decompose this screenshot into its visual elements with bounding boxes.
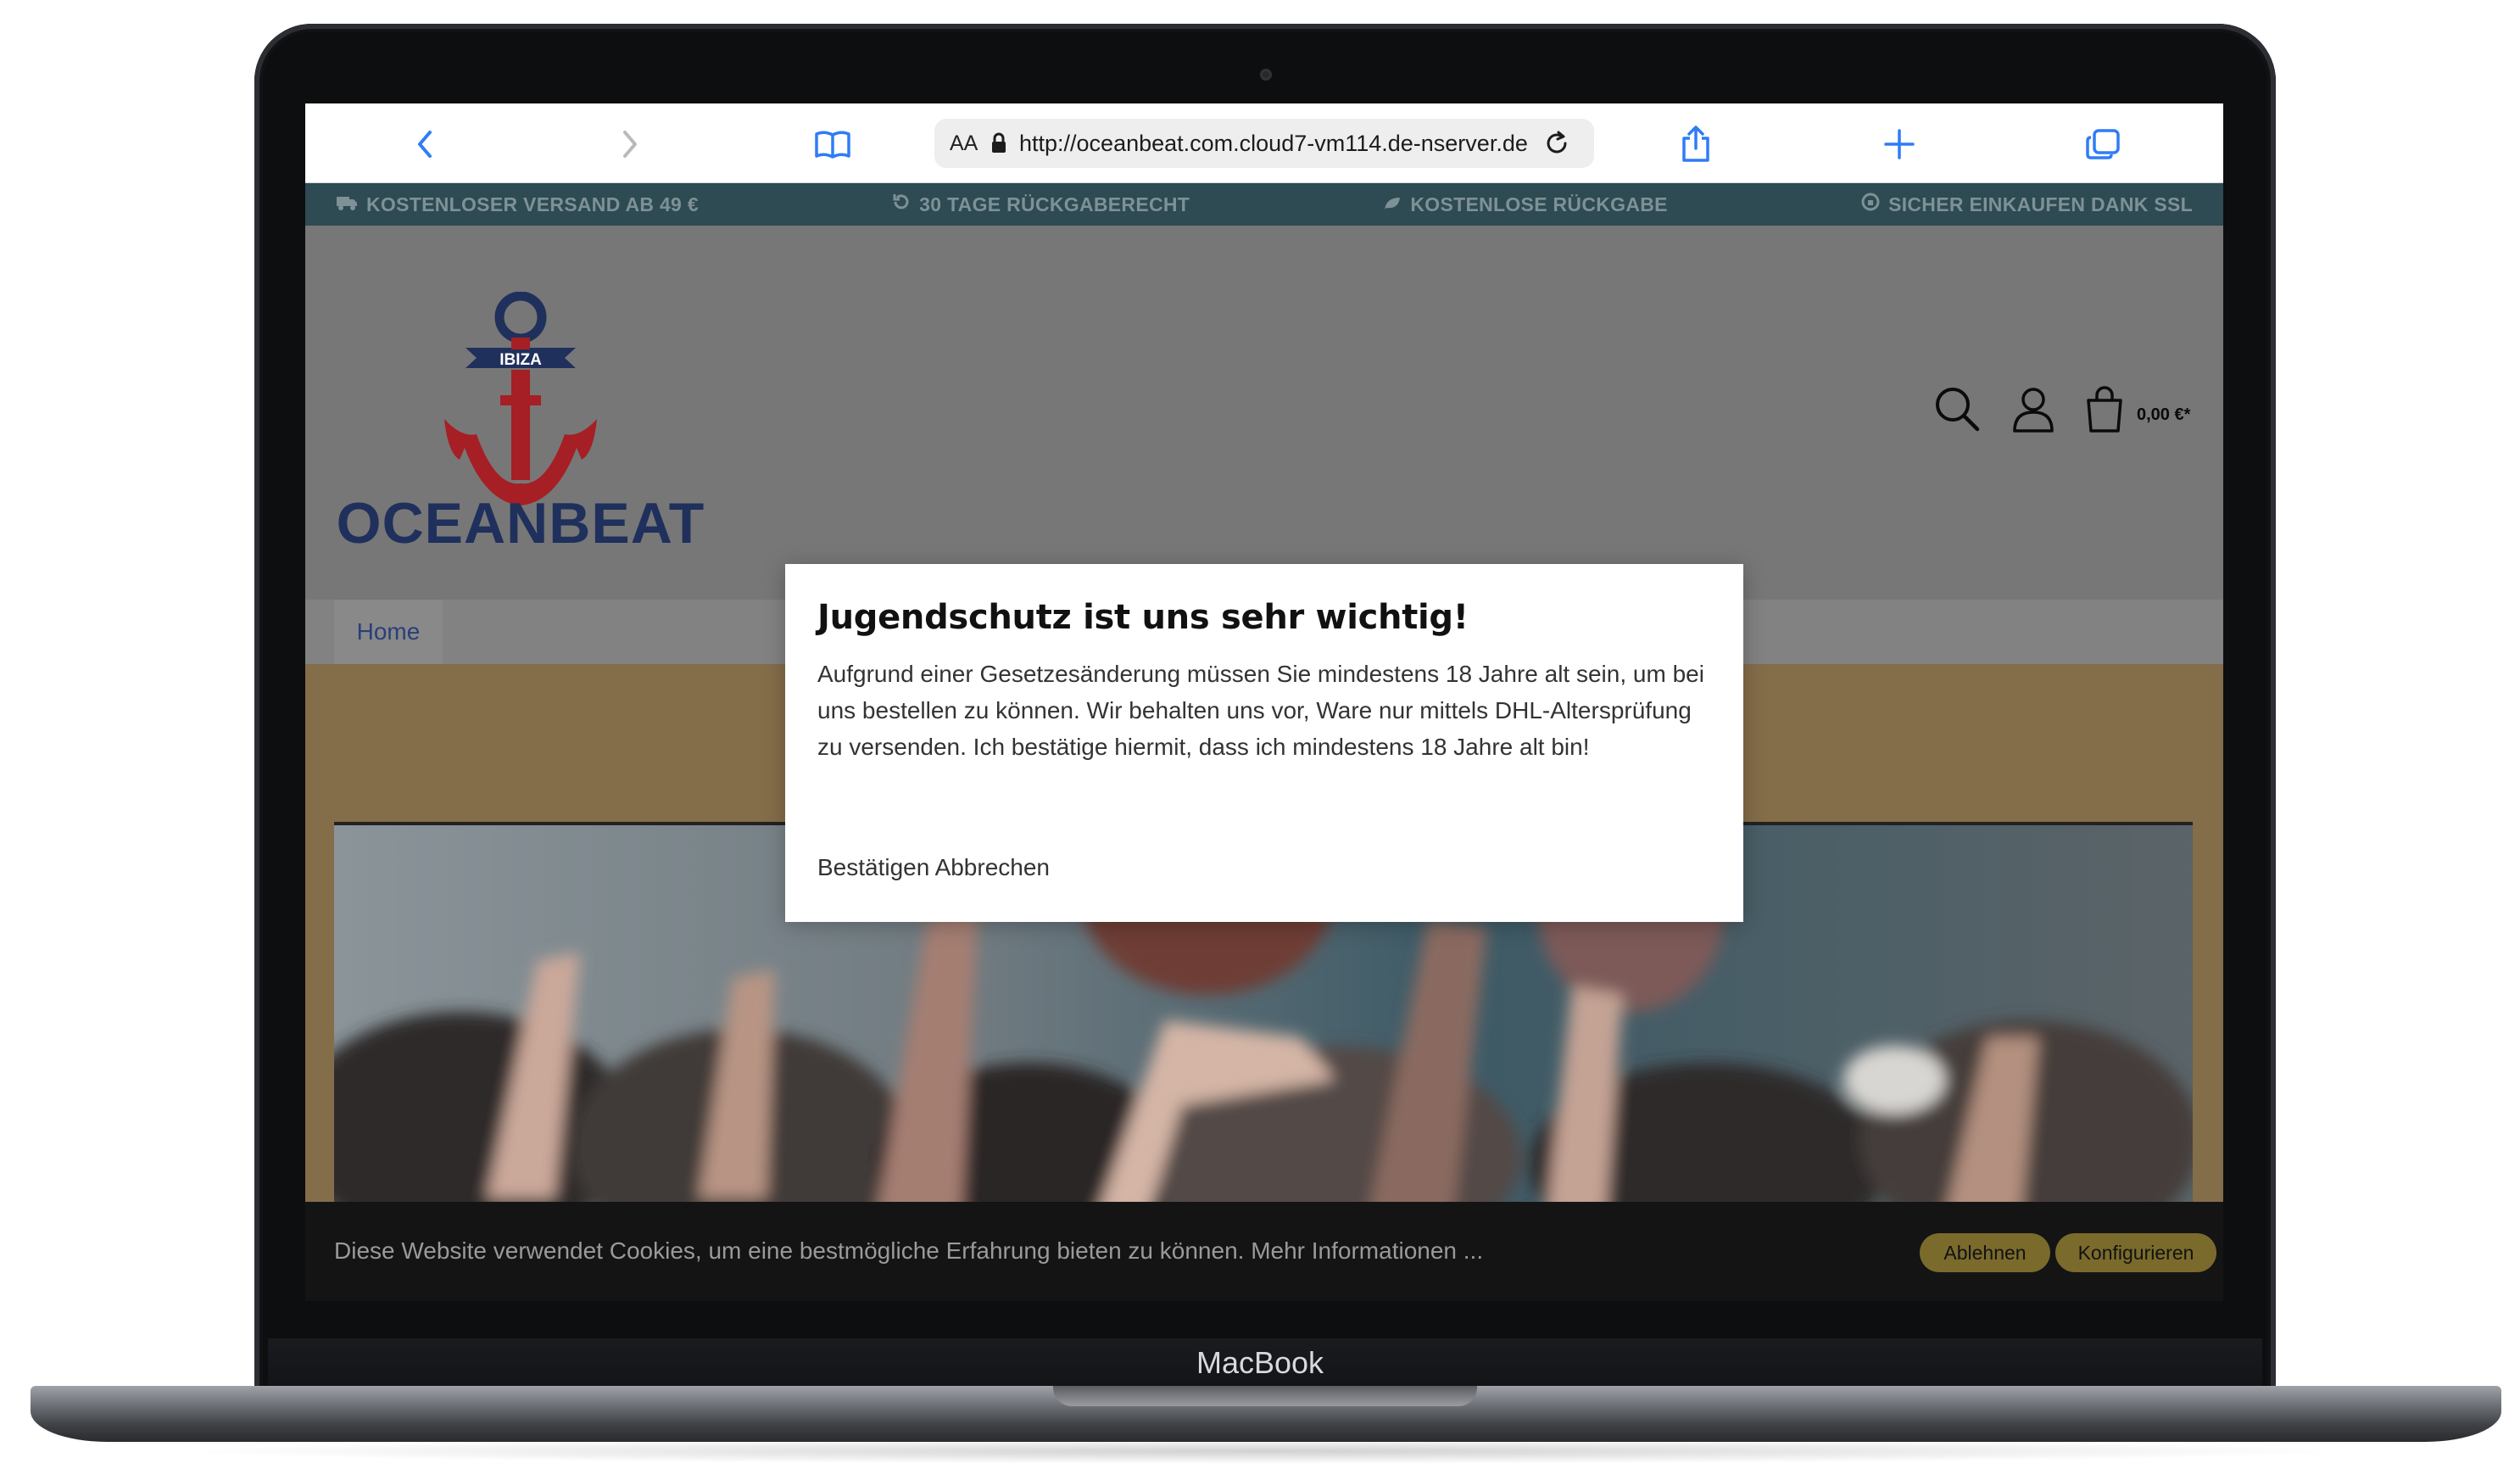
lock-icon	[990, 132, 1019, 154]
forward-icon[interactable]	[607, 122, 651, 166]
return-icon	[892, 193, 911, 216]
promo-item-free-return: KOSTENLOSE RÜCKGABE	[1383, 193, 1668, 216]
cart-icon[interactable]	[2084, 385, 2125, 437]
cookie-banner: Diese Website verwendet Cookies, um eine…	[305, 1202, 2223, 1301]
ssl-icon	[1861, 193, 1880, 216]
leaf-icon	[1383, 193, 1402, 216]
cancel-button[interactable]: Abbrechen	[935, 854, 1050, 880]
promo-item-returns: 30 TAGE RÜCKGABERECHT	[892, 193, 1190, 216]
screen: AA http://oceanbeat.com.cloud7-vm114.de-…	[305, 103, 2223, 1301]
address-bar[interactable]: AA http://oceanbeat.com.cloud7-vm114.de-…	[934, 119, 1594, 168]
reload-icon[interactable]	[1533, 130, 1581, 157]
promo-item-shipping: KOSTENLOSER VERSAND AB 49 €	[336, 193, 699, 216]
logo-ibiza-text: IBIZA	[499, 351, 542, 369]
promo-label: KOSTENLOSER VERSAND AB 49 €	[366, 193, 699, 215]
modal-body: Aufgrund einer Gesetzesänderung müssen S…	[817, 661, 1704, 760]
cart-amount[interactable]: 0,00 €*	[2137, 405, 2190, 425]
configure-cookies-button[interactable]: Konfigurieren	[2055, 1233, 2216, 1272]
promo-item-ssl: SICHER EINKAUFEN DANK SSL	[1861, 193, 2193, 216]
promo-label: SICHER EINKAUFEN DANK SSL	[1888, 193, 2193, 215]
nav-item-home[interactable]: Home	[334, 600, 443, 664]
age-verification-modal: Jugendschutz ist uns sehr wichtig! Aufgr…	[785, 564, 1743, 922]
search-icon[interactable]	[1933, 385, 1981, 437]
cookie-notice-text[interactable]: Diese Website verwendet Cookies, um eine…	[334, 1237, 1483, 1265]
new-tab-icon[interactable]	[1877, 122, 1921, 166]
camera	[1260, 69, 1272, 81]
bookmarks-icon[interactable]	[811, 122, 855, 166]
promo-label: KOSTENLOSE RÜCKGABE	[1410, 193, 1668, 215]
decline-cookies-button[interactable]: Ablehnen	[1920, 1233, 2050, 1272]
share-icon[interactable]	[1674, 122, 1718, 166]
promo-bar: KOSTENLOSER VERSAND AB 49 € 30 TAGE RÜCK…	[305, 183, 2223, 226]
browser-toolbar: AA http://oceanbeat.com.cloud7-vm114.de-…	[305, 103, 2223, 183]
truck-icon	[336, 193, 358, 216]
confirm-button[interactable]: Bestätigen	[817, 854, 929, 880]
back-icon[interactable]	[404, 122, 448, 166]
tabs-icon[interactable]	[2081, 122, 2125, 166]
oceanbeat-logo[interactable]: IBIZA OCEANBEAT	[334, 291, 711, 556]
logo-wordmark: OCEANBEAT	[337, 491, 705, 546]
url-text: http://oceanbeat.com.cloud7-vm114.de-nse…	[1019, 130, 1528, 156]
promo-label: 30 TAGE RÜCKGABERECHT	[919, 193, 1190, 215]
laptop-notch	[1053, 1386, 1477, 1406]
reader-settings-button[interactable]: AA	[950, 131, 990, 156]
modal-title: Jugendschutz ist uns sehr wichtig!	[817, 598, 1469, 637]
laptop-shadow	[170, 1438, 2357, 1464]
account-icon[interactable]	[2011, 385, 2055, 437]
modal-actions: Bestätigen Abbrechen	[817, 854, 1050, 881]
